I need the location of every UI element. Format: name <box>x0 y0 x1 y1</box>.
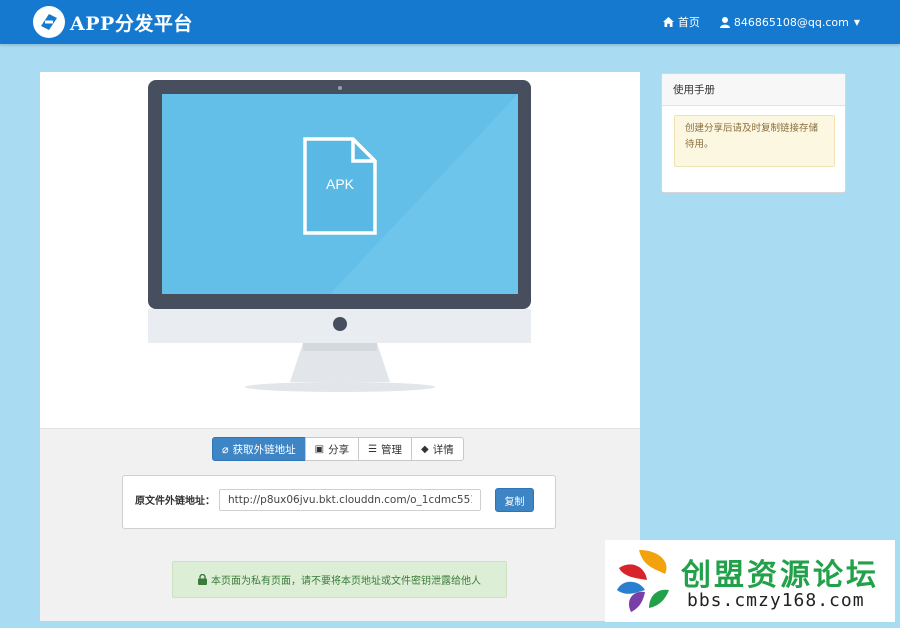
user-icon <box>719 16 730 28</box>
nav-home-label: 首页 <box>677 16 700 29</box>
get-link-button[interactable]: ⌀ 获取外链地址 <box>212 437 306 461</box>
link-input[interactable] <box>219 489 481 511</box>
link-panel: 原文件外链地址： 复制 <box>122 475 556 529</box>
file-type-label: APK <box>325 176 354 192</box>
watermark-title: 创盟资源论坛 <box>681 558 879 593</box>
private-page-alert: 本页面为私有页面，请不要将本页地址或文件密钥泄露给他人 <box>172 561 507 598</box>
app-logo-icon <box>33 6 65 38</box>
manage-button[interactable]: ☰ 管理 <box>358 437 413 461</box>
top-navbar: APP分发平台 首页 846865108@qq.com ▼ <box>0 0 900 44</box>
user-email: 846865108@qq.com <box>733 15 849 29</box>
manual-title: 使用手册 <box>662 74 845 106</box>
get-link-label: 获取外链地址 <box>232 443 296 456</box>
nav-home[interactable]: 首页 <box>662 14 700 30</box>
details-label: 详情 <box>432 443 454 456</box>
chevron-down-icon: ▼ <box>853 17 860 27</box>
link-label: 原文件外链地址： <box>135 496 215 507</box>
main-panel: APK ⌀ 获取外链地址 ▣ 分享 ☰ 管理 ◆ 详情 原文件外链地址： 复 <box>40 72 640 621</box>
share-button[interactable]: ▣ 分享 <box>304 437 360 461</box>
private-notice-text: 本页面为私有页面，请不要将本页地址或文件密钥泄露给他人 <box>211 576 481 587</box>
copy-button[interactable]: 复制 <box>495 488 534 512</box>
forum-watermark: 创盟资源论坛 bbs.cmzy168.com <box>605 540 895 622</box>
list-icon: ☰ <box>368 443 378 455</box>
manual-tip: 创建分享后请及时复制链接存储待用。 <box>674 115 835 167</box>
monitor-illustration <box>148 80 531 392</box>
tag-icon: ◆ <box>421 443 429 455</box>
lock-icon <box>198 574 207 585</box>
watermark-url: bbs.cmzy168.com <box>687 590 865 611</box>
paperclip-icon: ⌀ <box>222 442 229 456</box>
user-menu[interactable]: 846865108@qq.com ▼ <box>719 15 860 29</box>
forum-logo-icon <box>617 550 669 612</box>
home-icon <box>662 17 674 27</box>
brand-title: APP分发平台 <box>70 12 193 35</box>
manual-panel: 使用手册 创建分享后请及时复制链接存储待用。 <box>661 73 846 193</box>
share-label: 分享 <box>328 443 350 456</box>
link-section: ⌀ 获取外链地址 ▣ 分享 ☰ 管理 ◆ 详情 原文件外链地址： 复制 <box>40 428 640 621</box>
action-tabs: ⌀ 获取外链地址 ▣ 分享 ☰ 管理 ◆ 详情 <box>212 437 464 461</box>
manage-label: 管理 <box>381 443 403 456</box>
device-preview: APK <box>40 72 640 428</box>
details-button[interactable]: ◆ 详情 <box>411 437 464 461</box>
brand[interactable]: APP分发平台 <box>32 4 193 40</box>
gift-icon: ▣ <box>314 443 325 455</box>
top-nav: 首页 846865108@qq.com ▼ <box>662 0 860 44</box>
